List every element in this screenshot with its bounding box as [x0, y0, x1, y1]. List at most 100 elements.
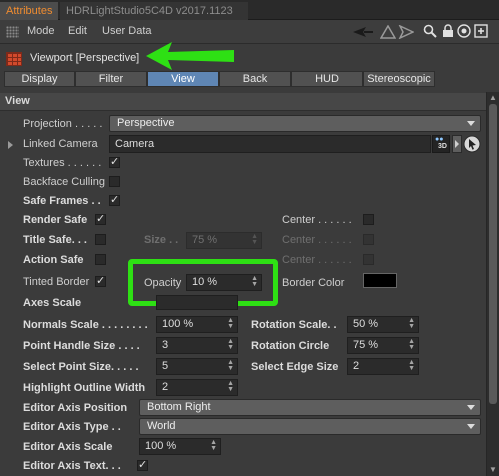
size-label: Size . .	[144, 234, 179, 246]
projection-value: Perspective	[117, 117, 175, 129]
editor-axis-text-checkbox[interactable]: ✓	[137, 460, 148, 471]
back-arrow-icon[interactable]	[352, 26, 374, 38]
tab-filter[interactable]: Filter	[75, 71, 147, 87]
safe-frames-checkbox[interactable]: ✓	[109, 195, 120, 206]
forward-arrow-icon[interactable]	[398, 25, 414, 39]
rotation-circle-field[interactable]: 75 % ▲ ▼	[347, 337, 419, 354]
normals-scale-label: Normals Scale . . . . . . . .	[23, 319, 148, 331]
rotation-scale-field[interactable]: 50 % ▲ ▼	[347, 316, 419, 333]
highlight-outline-width-field[interactable]: 2 ▲ ▼	[156, 379, 238, 396]
projection-label: Projection . . . . .	[23, 118, 103, 130]
editor-axis-position-dropdown[interactable]: Bottom Right	[139, 399, 481, 416]
action-safe-center-checkbox[interactable]	[363, 254, 374, 265]
chevron-down-icon	[467, 121, 475, 126]
new-panel-icon[interactable]	[474, 24, 488, 38]
point-handle-size-field[interactable]: 3 ▲ ▼	[156, 337, 238, 354]
spinner-icon[interactable]: ▲ ▼	[210, 439, 217, 452]
tab-hdrlightstudio[interactable]: HDRLightStudio5C4D v2017.1123	[60, 2, 248, 20]
tab-attributes[interactable]: Attributes	[0, 2, 58, 20]
3d-object-icon[interactable]: ●● 3D	[432, 135, 450, 153]
textures-label: Textures . . . . . .	[23, 157, 102, 169]
select-edge-size-field[interactable]: 2 ▲ ▼	[347, 358, 419, 375]
axes-scale-field[interactable]	[156, 295, 238, 310]
backface-culling-checkbox[interactable]	[109, 176, 120, 187]
spinner-icon[interactable]: ▲ ▼	[227, 317, 234, 330]
editor-axis-text-label: Editor Axis Text. . .	[23, 460, 121, 472]
spinner-icon[interactable]: ▲ ▼	[227, 380, 234, 393]
border-color-label: Border Color	[282, 277, 345, 289]
section-header: View	[0, 93, 486, 111]
select-point-size-field[interactable]: 5 ▲ ▼	[156, 358, 238, 375]
textures-checkbox[interactable]: ✓	[109, 157, 120, 168]
spinner-icon[interactable]: ▲ ▼	[408, 338, 415, 351]
title-safe-checkbox[interactable]	[95, 234, 106, 245]
tab-display[interactable]: Display	[4, 71, 75, 87]
editor-axis-position-value: Bottom Right	[147, 401, 211, 413]
render-safe-center-checkbox[interactable]	[363, 214, 374, 225]
rotation-scale-label: Rotation Scale. .	[251, 319, 337, 331]
title-safe-center-checkbox[interactable]	[363, 234, 374, 245]
rotation-scale-value: 50 %	[353, 318, 379, 330]
border-color-swatch[interactable]	[363, 273, 397, 288]
select-edge-size-value: 2	[353, 360, 360, 372]
linked-camera-value: Camera	[115, 138, 155, 150]
expand-triangle-icon[interactable]	[8, 141, 13, 149]
projection-dropdown[interactable]: Perspective	[109, 115, 481, 132]
spinner-icon[interactable]: ▲ ▼	[408, 317, 415, 330]
spinner-icon[interactable]: ▲ ▼	[227, 338, 234, 351]
action-safe-label: Action Safe	[23, 254, 84, 266]
object-title: Viewport [Perspective]	[30, 52, 140, 64]
point-handle-size-label: Point Handle Size . . . .	[23, 340, 140, 352]
spinner-icon[interactable]: ▲ ▼	[251, 233, 258, 246]
normals-scale-field[interactable]: 100 % ▲ ▼	[156, 316, 238, 333]
chevron-down-icon	[467, 424, 475, 429]
search-icon[interactable]	[423, 24, 437, 38]
rotation-circle-value: 75 %	[353, 339, 379, 351]
scroll-thumb[interactable]	[489, 104, 497, 404]
link-menu-arrow-icon[interactable]	[452, 135, 462, 153]
up-arrow-icon[interactable]	[380, 25, 396, 39]
grip-icon[interactable]	[6, 26, 19, 38]
menu-bar: Mode Edit User Data	[0, 20, 499, 44]
spinner-icon[interactable]: ▲ ▼	[408, 359, 415, 372]
center-label-3: Center . . . . . .	[282, 254, 352, 266]
spinner-icon[interactable]: ▲ ▼	[227, 359, 234, 372]
tab-hud[interactable]: HUD	[291, 71, 363, 87]
rotation-circle-label: Rotation Circle	[251, 340, 330, 352]
normals-scale-value: 100 %	[162, 318, 194, 330]
highlight-outline-width-value: 2	[162, 381, 169, 393]
tab-back[interactable]: Back	[219, 71, 291, 87]
tab-view[interactable]: View	[147, 71, 219, 87]
lock-icon[interactable]	[442, 24, 454, 38]
section-title: View	[5, 95, 30, 107]
editor-axis-type-value: World	[147, 420, 176, 432]
tinted-border-checkbox[interactable]: ✓	[95, 276, 106, 287]
center-label-2: Center . . . . . .	[282, 234, 352, 246]
subtab-bar: Display Filter View Back HUD Stereoscopi…	[0, 70, 499, 88]
tinted-border-label: Tinted Border	[23, 276, 90, 288]
action-safe-checkbox[interactable]	[95, 254, 106, 265]
axes-scale-label: Axes Scale	[23, 297, 82, 309]
render-safe-label: Render Safe	[23, 214, 88, 226]
linked-camera-label: Linked Camera	[23, 138, 98, 150]
menu-edit[interactable]: Edit	[68, 25, 87, 37]
vertical-scrollbar[interactable]: ▲ ▼	[486, 92, 499, 476]
menu-user-data[interactable]: User Data	[102, 25, 152, 37]
green-arrow-icon	[146, 42, 234, 70]
target-icon[interactable]	[457, 24, 471, 38]
size-field[interactable]: 75 % ▲ ▼	[186, 232, 262, 249]
editor-axis-scale-label: Editor Axis Scale	[23, 441, 113, 453]
editor-axis-scale-value: 100 %	[145, 440, 177, 452]
scroll-down-icon[interactable]: ▼	[489, 466, 498, 474]
scroll-up-icon[interactable]: ▲	[489, 94, 498, 102]
editor-axis-type-dropdown[interactable]: World	[139, 418, 481, 435]
pick-object-icon[interactable]	[463, 135, 481, 153]
tab-stereoscopic[interactable]: Stereoscopic	[363, 71, 435, 87]
select-edge-size-label: Select Edge Size	[251, 361, 339, 373]
highlight-outline-width-label: Highlight Outline Width	[23, 382, 146, 394]
linked-camera-field[interactable]: Camera	[109, 135, 431, 153]
menu-mode[interactable]: Mode	[27, 25, 55, 37]
editor-axis-scale-field[interactable]: 100 % ▲ ▼	[139, 438, 221, 455]
render-safe-checkbox[interactable]: ✓	[95, 214, 106, 225]
object-header: Viewport [Perspective]	[0, 44, 499, 70]
